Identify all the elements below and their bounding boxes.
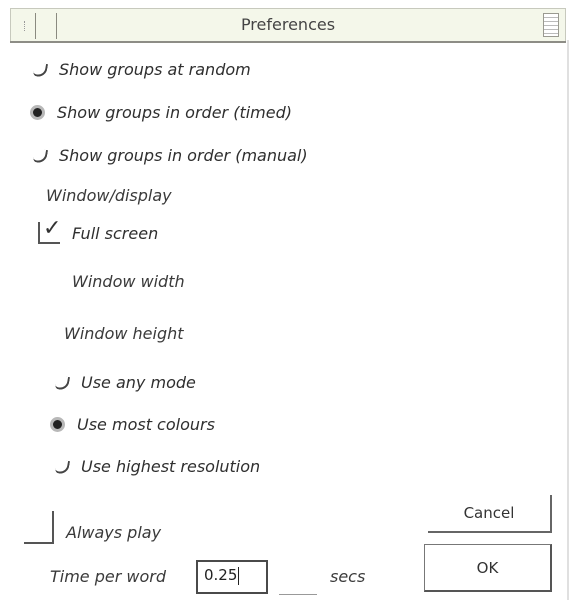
radio-on-icon[interactable] (30, 105, 45, 120)
time-per-word-value: 0.25 (204, 566, 238, 584)
radio-label: Use any mode (81, 373, 196, 392)
radio-label: Use highest resolution (81, 457, 261, 476)
window-width-label: Window width (72, 272, 185, 291)
always-play-label: Always play (66, 523, 162, 542)
cancel-button[interactable]: Cancel (428, 495, 552, 533)
radio-show-groups-order-manual[interactable]: Show groups in order (manual) (32, 146, 308, 165)
checkmark-icon: ✓ (43, 216, 62, 241)
radio-on-icon[interactable] (50, 417, 65, 432)
checkbox-label: Full screen (72, 223, 159, 243)
title-bar[interactable]: Preferences (10, 8, 566, 42)
window-edge (567, 40, 569, 600)
radio-off-icon[interactable] (54, 374, 71, 391)
secs-unit-label: secs (330, 567, 366, 586)
radio-use-any-mode[interactable]: Use any mode (54, 373, 196, 392)
window-title: Preferences (240, 15, 336, 34)
time-per-word-input[interactable]: 0.25 (196, 560, 268, 594)
radio-label: Use most colours (77, 415, 215, 434)
window-height-label: Window height (64, 324, 184, 343)
title-divider (10, 41, 566, 43)
text-caret (238, 566, 240, 585)
checkbox-box[interactable]: ✓ (38, 218, 61, 244)
radio-off-icon[interactable] (32, 61, 49, 78)
ok-button[interactable]: OK (424, 544, 552, 592)
radio-label: Show groups at random (59, 60, 251, 79)
radio-show-groups-random[interactable]: Show groups at random (32, 60, 251, 79)
always-play-checkbox[interactable] (24, 511, 54, 544)
time-per-word-label: Time per word (50, 567, 167, 586)
radio-label: Show groups in order (manual) (59, 146, 308, 165)
window-display-heading: Window/display (46, 186, 172, 205)
toggle-size-icon[interactable] (543, 13, 559, 37)
time-stepper[interactable] (279, 572, 317, 595)
radio-off-icon[interactable] (32, 147, 49, 164)
full-screen-checkbox[interactable]: ✓ Full screen (38, 218, 159, 244)
radio-label: Show groups in order (timed) (57, 103, 292, 122)
radio-show-groups-order-timed[interactable]: Show groups in order (timed) (30, 103, 292, 122)
radio-use-most-colours[interactable]: Use most colours (50, 415, 215, 434)
radio-off-icon[interactable] (54, 458, 71, 475)
radio-use-highest-resolution[interactable]: Use highest resolution (54, 457, 261, 476)
